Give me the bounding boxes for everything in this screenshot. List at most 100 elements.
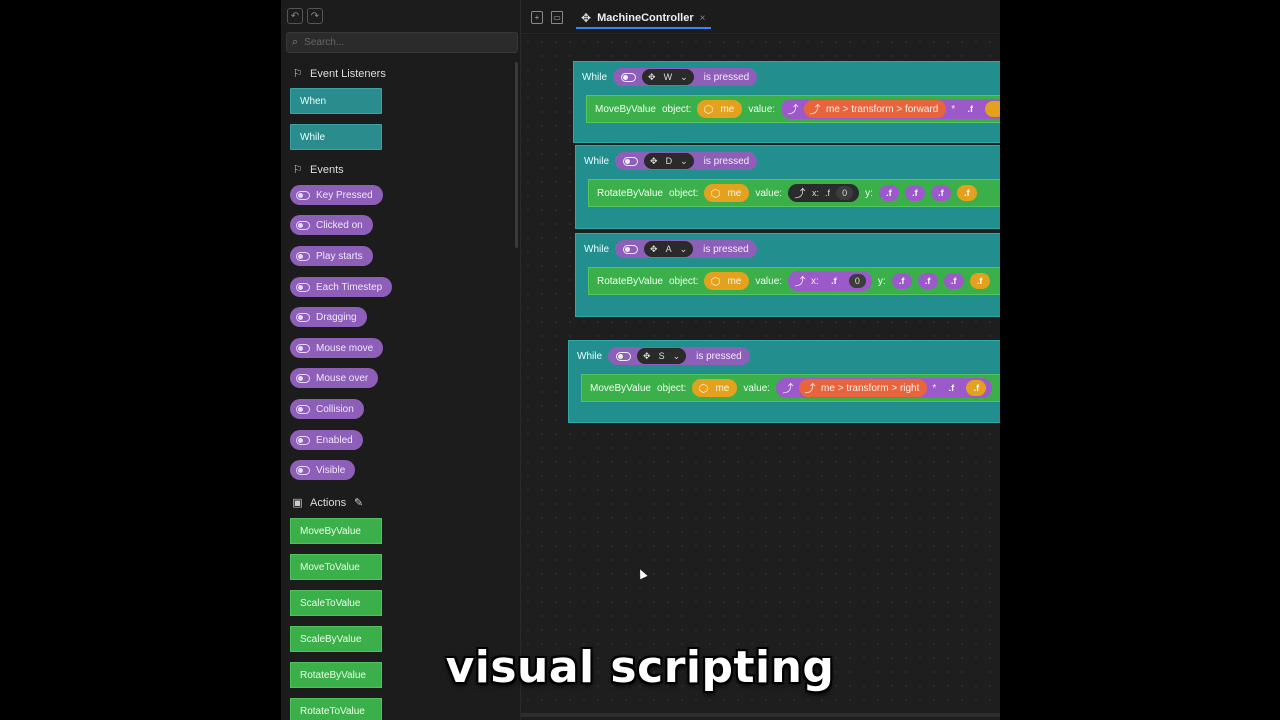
transform-path[interactable]: ⤴ me > transform > forward xyxy=(804,100,947,118)
float-input[interactable]: .f xyxy=(823,273,844,289)
key-dropdown[interactable]: ✥ A ⌄ xyxy=(644,241,694,257)
x-value[interactable]: 0 xyxy=(848,274,866,288)
puzzle-icon: ✥ xyxy=(581,11,592,25)
float-input[interactable]: .f xyxy=(969,273,990,289)
new-file-icon[interactable]: + xyxy=(531,11,543,24)
palette-block-dragging[interactable]: Dragging xyxy=(290,307,367,327)
toggle-icon xyxy=(623,156,639,166)
x-label: x: xyxy=(811,275,819,287)
palette-block-while[interactable]: While xyxy=(290,124,382,150)
object-me[interactable]: ⬡ me xyxy=(704,272,750,290)
cube-icon: ⬡ xyxy=(710,187,721,200)
palette-block-enabled[interactable]: Enabled xyxy=(290,430,363,450)
branch-icon: ⤴ xyxy=(809,104,821,116)
y-label: y: xyxy=(877,275,886,287)
branch-icon: ⤴ xyxy=(804,383,816,395)
key-pressed-event[interactable]: ✥ D ⌄ is pressed xyxy=(615,152,758,170)
while-block-w[interactable]: While ✥ W ⌄ is pressed MoveByValue object:… xyxy=(573,61,1000,143)
section-event-listeners[interactable]: ⚐ Event Listeners xyxy=(291,67,386,81)
redo-icon[interactable]: ↷ xyxy=(307,8,323,24)
object-value: me xyxy=(727,275,742,287)
vector-expression[interactable]: ⤴ x: .f 0 xyxy=(788,184,860,202)
key-dropdown[interactable]: ✥ D ⌄ xyxy=(644,153,694,169)
palette-block-play-starts[interactable]: Play starts xyxy=(290,246,373,266)
branch-icon: ⤴ xyxy=(794,188,806,200)
palette-block-move-by-value[interactable]: MoveByValue xyxy=(290,518,382,544)
folder-icon[interactable]: ▭ xyxy=(551,11,563,24)
float-input[interactable]: .f xyxy=(878,185,899,201)
float-input[interactable]: .f xyxy=(960,101,981,117)
chevron-down-icon: ⌄ xyxy=(680,71,688,82)
section-title: Event Listeners xyxy=(310,67,386,80)
float-input[interactable]: .f xyxy=(917,273,938,289)
transform-path[interactable]: ⤴ me > transform > right xyxy=(799,379,928,397)
is-pressed-label: is pressed xyxy=(703,155,750,167)
rotate-by-value-action[interactable]: RotateByValue object: ⬡ me value: ⤴ x: .f… xyxy=(588,267,1000,295)
while-block-d[interactable]: While ✥ D ⌄ is pressed RotateByValue objec… xyxy=(575,145,1000,229)
palette-block-move-to-value[interactable]: MoveToValue xyxy=(290,554,382,580)
object-label: object: xyxy=(661,103,692,115)
while-block-a[interactable]: While ✥ A ⌄ is pressed RotateByValue objec… xyxy=(575,233,1000,317)
float-input[interactable]: .f xyxy=(956,185,977,201)
float-input[interactable]: .f xyxy=(943,273,964,289)
branch-icon: ⤴ xyxy=(794,276,806,288)
undo-icon[interactable]: ↶ xyxy=(287,8,303,24)
pencil-icon[interactable]: ✎ xyxy=(352,496,365,509)
palette-block-mouse-over[interactable]: Mouse over xyxy=(290,368,379,388)
rotate-by-value-action[interactable]: RotateByValue object: ⬡ me value: ⤴ x: .f… xyxy=(588,179,1000,207)
action-label: MoveByValue xyxy=(595,103,656,115)
float-input[interactable]: .f xyxy=(930,185,951,201)
object-me[interactable]: ⬡ me xyxy=(697,100,743,118)
key-value: A xyxy=(665,244,672,254)
vector-expression[interactable]: ⤴ x: .f 0 xyxy=(788,271,872,291)
palette-block-when[interactable]: When xyxy=(290,88,382,114)
x-value[interactable]: 0 xyxy=(836,186,854,200)
key-value: D xyxy=(665,156,673,166)
palette-block-each-timestep[interactable]: Each Timestep xyxy=(290,277,393,297)
sidebar-scrollbar[interactable] xyxy=(515,62,518,248)
multiply-expression[interactable]: ⤴ ⤴ me > transform > forward * .f xyxy=(781,99,1000,119)
key-pressed-event[interactable]: ✥ W ⌄ is pressed xyxy=(613,68,758,86)
object-me[interactable]: ⬡ me xyxy=(704,184,750,202)
palette-block-collision[interactable]: Collision xyxy=(290,399,364,419)
float-input[interactable] xyxy=(985,101,1000,117)
search-box[interactable]: ⌕ xyxy=(286,32,518,53)
key-dropdown[interactable]: ✥ S ⌄ xyxy=(637,348,687,364)
object-me[interactable]: ⬡ me xyxy=(692,379,738,397)
palette-block-visible[interactable]: Visible xyxy=(290,460,356,480)
float-input[interactable]: .f xyxy=(904,185,925,201)
float-input[interactable]: .f xyxy=(966,380,987,396)
object-value: me xyxy=(715,382,730,394)
palette-block-rotate-to-value[interactable]: RotateToValue xyxy=(290,698,382,720)
float-input[interactable]: .f xyxy=(891,273,912,289)
is-pressed-label: is pressed xyxy=(703,71,750,83)
while-block-s[interactable]: While ✥ S ⌄ is pressed MoveByValue object:… xyxy=(568,340,1000,423)
palette-block-mouse-move[interactable]: Mouse move xyxy=(290,338,384,358)
move-by-value-action[interactable]: MoveByValue object: ⬡ me value: ⤴ ⤴ me > t… xyxy=(586,95,1000,123)
action-label: RotateByValue xyxy=(597,275,663,287)
toggle-icon xyxy=(296,343,310,353)
key-dropdown[interactable]: ✥ W ⌄ xyxy=(642,69,694,85)
pointer-icon xyxy=(296,282,310,292)
block-label: Visible xyxy=(316,464,346,476)
float-input[interactable]: .f xyxy=(941,380,962,396)
section-title: Events xyxy=(310,163,344,176)
script-canvas[interactable]: While ✥ W ⌄ is pressed MoveByValue object:… xyxy=(521,35,1000,720)
multiply-expression[interactable]: ⤴ ⤴ me > transform > right * .f .f xyxy=(776,378,993,398)
close-icon[interactable]: × xyxy=(700,13,706,24)
toggle-icon xyxy=(296,435,310,445)
search-input[interactable] xyxy=(304,37,505,48)
x-label: x: xyxy=(812,188,820,198)
palette-block-clicked-on[interactable]: Clicked on xyxy=(290,215,373,235)
palette-block-scale-to-value[interactable]: ScaleToValue xyxy=(290,590,382,616)
key-pressed-event[interactable]: ✥ A ⌄ is pressed xyxy=(615,240,757,258)
move-by-value-action[interactable]: MoveByValue object: ⬡ me value: ⤴ ⤴ me > t… xyxy=(581,374,1000,402)
block-palette-sidebar: ↶ ↷ ⌕ ⚐ Event Listeners When While ⚐ Eve… xyxy=(281,0,521,720)
key-pressed-event[interactable]: ✥ S ⌄ is pressed xyxy=(608,347,750,365)
chevron-down-icon: ⌄ xyxy=(679,243,688,254)
section-events[interactable]: ⚐ Events xyxy=(291,163,344,177)
canvas-horizontal-scrollbar[interactable] xyxy=(521,713,1000,717)
while-label: While xyxy=(584,155,610,167)
section-actions[interactable]: ▣ Actions ✎ xyxy=(291,496,365,510)
palette-block-key-pressed[interactable]: Key Pressed xyxy=(290,185,383,205)
